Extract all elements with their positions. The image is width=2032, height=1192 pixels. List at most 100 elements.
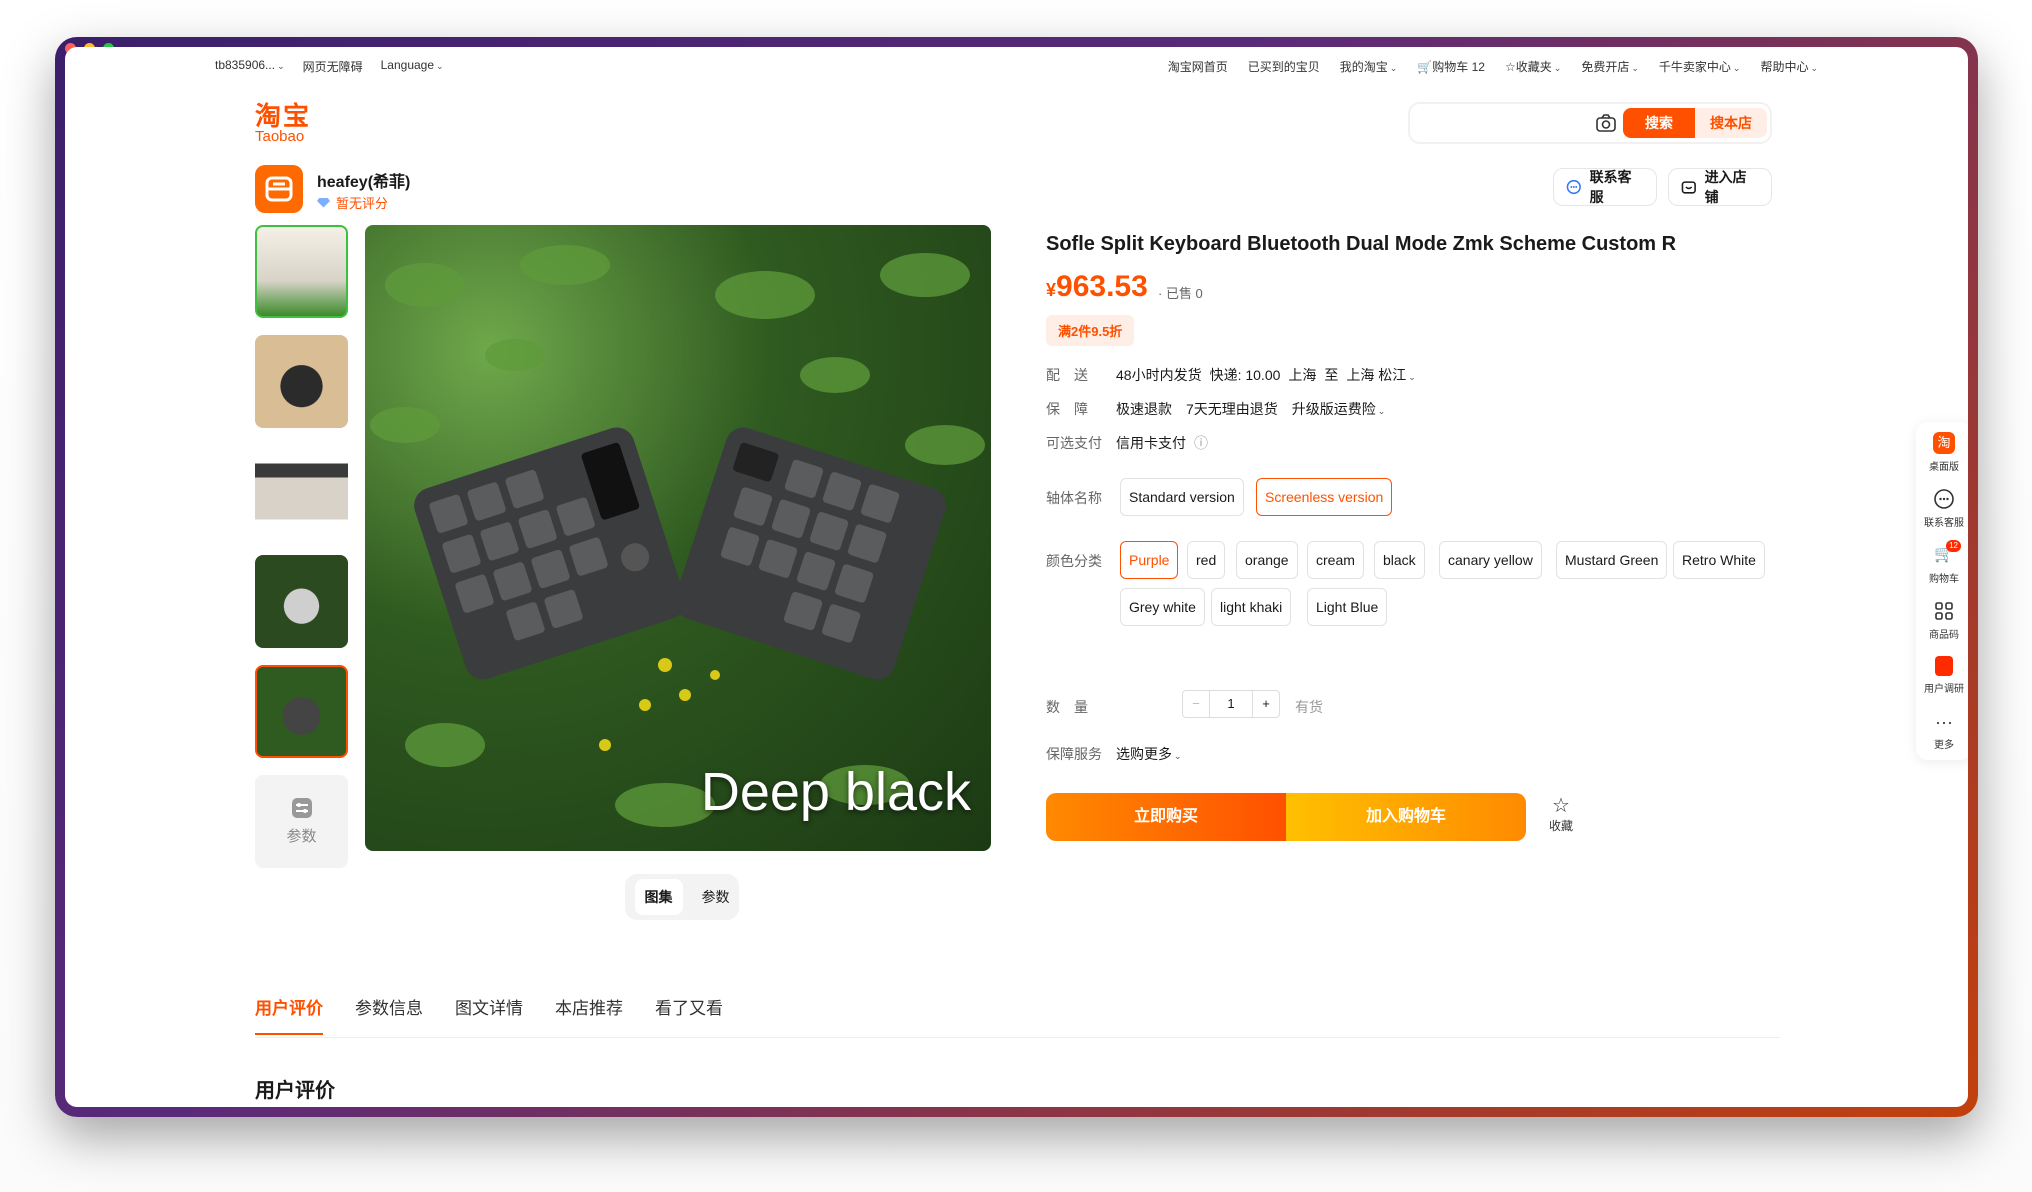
- guarantee-item: 升级版运费险: [1291, 401, 1376, 417]
- browser-window: tb835906... ⌄ 网页无障碍 Language ⌄ 淘宝网首页 已买到的宝…: [55, 37, 1978, 1117]
- color-label: 颜色分类: [1046, 553, 1102, 569]
- thumbnail-4[interactable]: [255, 555, 348, 648]
- color-option[interactable]: Mustard Green: [1556, 541, 1668, 579]
- tab-store-recommend[interactable]: 本店推荐: [555, 994, 623, 1035]
- quantity-input[interactable]: 1: [1210, 690, 1252, 718]
- favorite-button[interactable]: ☆ 收藏: [1549, 795, 1573, 834]
- sidebar-item-survey[interactable]: 用户调研: [1916, 656, 1968, 695]
- taobao-logo[interactable]: 淘宝 Taobao: [255, 103, 311, 144]
- open-store-menu[interactable]: 免费开店 ⌄: [1581, 58, 1639, 75]
- color-option[interactable]: black: [1374, 541, 1425, 579]
- enter-store-button[interactable]: 进入店铺: [1668, 168, 1772, 206]
- add-to-cart-button[interactable]: 加入购物车: [1286, 793, 1526, 841]
- quantity-decrease-button[interactable]: −: [1182, 690, 1210, 718]
- shop-avatar[interactable]: [255, 165, 303, 213]
- chevron-down-icon: ⌄: [1389, 63, 1398, 73]
- quantity-label: 数 量: [1046, 699, 1088, 715]
- sidebar-label: 联系客服: [1924, 518, 1964, 529]
- color-option[interactable]: cream: [1307, 541, 1364, 579]
- params-thumbnail[interactable]: 参数: [255, 775, 348, 868]
- taobao-icon: 淘: [1933, 432, 1955, 454]
- guarantee-item: 7天无理由退货: [1186, 401, 1278, 417]
- taobao-home-link[interactable]: 淘宝网首页: [1168, 58, 1228, 75]
- color-option[interactable]: Light Blue: [1307, 588, 1388, 626]
- contact-service-button[interactable]: 联系客服: [1553, 168, 1657, 206]
- favorites-menu[interactable]: ☆收藏夹 ⌄: [1505, 58, 1561, 75]
- search-button[interactable]: 搜索: [1623, 108, 1695, 138]
- sidebar-item-service[interactable]: 联系客服: [1916, 488, 1968, 529]
- favorites-label: 收藏夹: [1515, 60, 1552, 74]
- right-sidebar: 淘 桌面版 联系客服 🛒 12 购物车 商品码 用户调研 ··· 更多: [1916, 422, 1968, 760]
- price-value: 963.53: [1056, 270, 1148, 303]
- accessibility-link[interactable]: 网页无障碍: [303, 58, 363, 75]
- shop-logo-icon: [265, 176, 293, 202]
- main-product-image[interactable]: Deep black: [365, 225, 991, 851]
- cart-link[interactable]: 🛒购物车 12: [1417, 58, 1485, 75]
- quantity-stepper: − 1 +: [1182, 690, 1280, 718]
- axis-option-selected[interactable]: Screenless version: [1256, 478, 1393, 516]
- shop-rating: 暂无评分: [317, 193, 388, 212]
- help-center-menu[interactable]: 帮助中心 ⌄: [1760, 58, 1818, 75]
- chevron-down-icon: ⌄: [436, 61, 444, 71]
- service-dropdown[interactable]: 选购更多 ⌄: [1116, 744, 1182, 764]
- top-nav-bar: tb835906... ⌄ 网页无障碍 Language ⌄ 淘宝网首页 已买到的宝…: [65, 47, 1968, 83]
- chevron-down-icon: ⌄: [1732, 63, 1741, 73]
- guarantee-dropdown[interactable]: 升级版运费险 ⌄: [1292, 399, 1386, 419]
- quantity-increase-button[interactable]: +: [1252, 690, 1280, 718]
- color-option[interactable]: canary yellow: [1439, 541, 1542, 579]
- sidebar-item-desktop[interactable]: 淘 桌面版: [1916, 432, 1968, 473]
- language-menu[interactable]: Language ⌄: [381, 58, 444, 75]
- guarantee-label: 保 障: [1046, 401, 1088, 417]
- search-store-button[interactable]: 搜本店: [1695, 108, 1767, 138]
- thumbnail-2[interactable]: [255, 335, 348, 428]
- color-option[interactable]: Grey white: [1120, 588, 1205, 626]
- tab-reviews[interactable]: 用户评价: [255, 994, 323, 1035]
- guarantee-row: 保 障 极速退款 7天无理由退货 升级版运费险 ⌄: [1046, 399, 1385, 419]
- buy-now-button[interactable]: 立即购买: [1046, 793, 1286, 841]
- delivery-fee: 快递: 10.00: [1209, 367, 1281, 383]
- open-store-label: 免费开店: [1581, 60, 1630, 74]
- sidebar-item-more[interactable]: ··· 更多: [1916, 712, 1968, 751]
- color-option[interactable]: orange: [1236, 541, 1298, 579]
- seller-center-menu[interactable]: 千牛卖家中心 ⌄: [1659, 58, 1741, 75]
- tab-also-viewed[interactable]: 看了又看: [655, 994, 723, 1035]
- axis-option[interactable]: Standard version: [1120, 478, 1244, 516]
- stock-status: 有货: [1295, 699, 1323, 715]
- thumbnail-3[interactable]: [255, 445, 348, 538]
- color-option-selected[interactable]: Purple: [1120, 541, 1179, 579]
- tab-params[interactable]: 参数: [702, 887, 730, 907]
- search-input[interactable]: [1420, 112, 1604, 136]
- ship-to-selector[interactable]: 上海 松江 ⌄: [1346, 365, 1415, 385]
- diamond-icon: [317, 197, 330, 208]
- color-option[interactable]: light khaki: [1211, 588, 1292, 626]
- user-account-link[interactable]: tb835906... ⌄: [215, 58, 285, 75]
- sold-count: · 已售 0: [1158, 286, 1203, 301]
- color-option[interactable]: Retro White: [1673, 541, 1765, 579]
- sidebar-item-cart[interactable]: 🛒 12 购物车: [1916, 540, 1968, 585]
- sidebar-label: 购物车: [1929, 574, 1959, 585]
- tab-parameters[interactable]: 参数信息: [355, 994, 423, 1035]
- sidebar-label: 商品码: [1929, 630, 1959, 641]
- payment-method: 信用卡支付: [1116, 435, 1186, 451]
- purchased-items-link[interactable]: 已买到的宝贝: [1248, 58, 1320, 75]
- survey-icon: [1935, 656, 1953, 676]
- sidebar-label: 更多: [1934, 740, 1954, 751]
- my-taobao-menu[interactable]: 我的淘宝 ⌄: [1340, 58, 1398, 75]
- tab-gallery[interactable]: 图集: [634, 879, 683, 915]
- thumbnail-5-selected[interactable]: [255, 665, 348, 758]
- guarantee-item: 极速退款: [1116, 401, 1172, 417]
- price: ¥963.53: [1046, 270, 1148, 304]
- camera-icon[interactable]: [1596, 114, 1616, 132]
- info-icon[interactable]: ⓘ: [1194, 433, 1208, 453]
- cart-icon: 🛒: [1417, 60, 1433, 74]
- chat-bubble-icon: [1566, 179, 1581, 195]
- star-icon: ☆: [1552, 795, 1570, 817]
- shop-name[interactable]: heafey(希菲): [317, 168, 410, 192]
- thumbnail-1[interactable]: [255, 225, 348, 318]
- sidebar-item-qrcode[interactable]: 商品码: [1916, 600, 1968, 641]
- ship-to-label: 上海 松江: [1346, 367, 1407, 383]
- color-option[interactable]: red: [1187, 541, 1226, 579]
- chevron-down-icon: ⌄: [1408, 372, 1416, 382]
- tab-details[interactable]: 图文详情: [455, 994, 523, 1035]
- ship-from: 上海: [1288, 367, 1317, 383]
